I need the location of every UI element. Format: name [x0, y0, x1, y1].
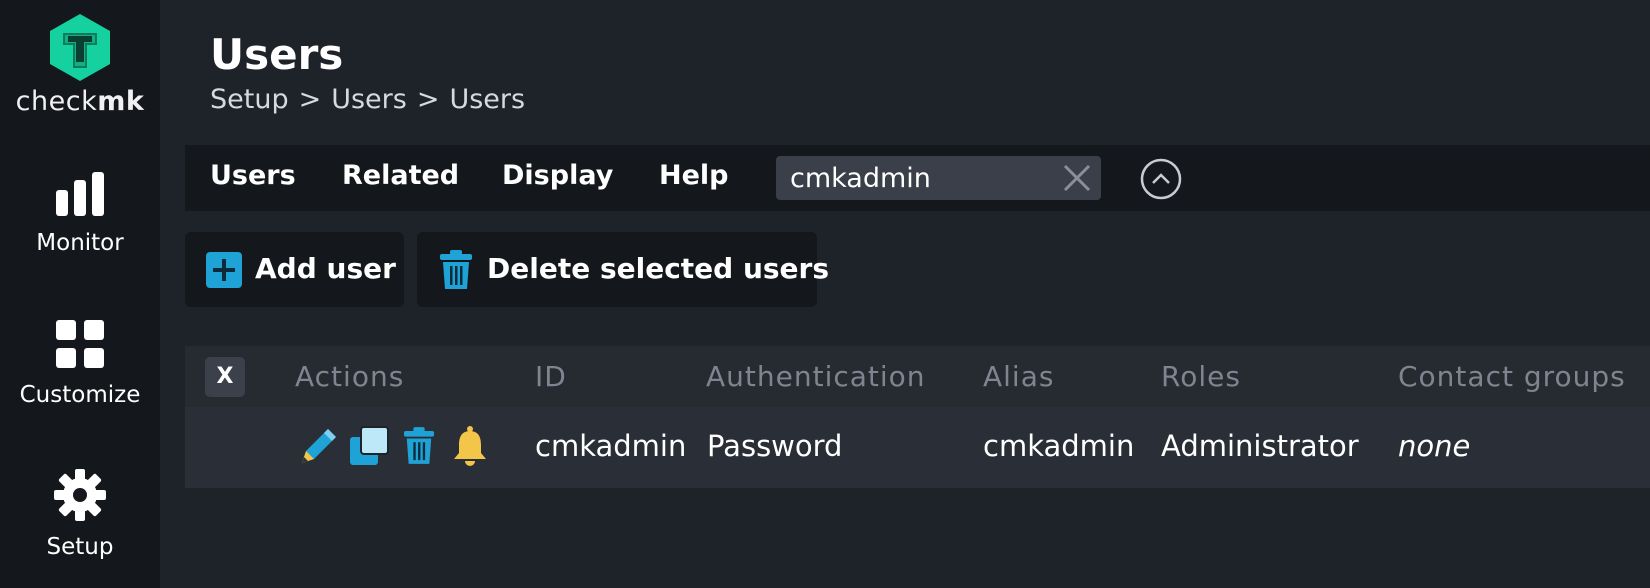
- column-header-alias[interactable]: Alias: [983, 360, 1054, 393]
- breadcrumb-separator: >: [298, 84, 322, 115]
- cell-alias: cmkadmin: [983, 429, 1135, 463]
- sidebar-item-monitor[interactable]: Monitor: [0, 170, 160, 256]
- add-user-label: Add user: [255, 252, 396, 285]
- trash-icon: [439, 249, 473, 296]
- delete-selected-users-label: Delete selected users: [487, 252, 830, 285]
- table-row: cmkadmin Password cmkadmin Administrator…: [185, 407, 1650, 488]
- checkmk-logo-icon: [50, 14, 110, 81]
- breadcrumb-item-setup[interactable]: Setup: [210, 84, 289, 115]
- cell-id: cmkadmin: [535, 429, 687, 463]
- column-header-contact-groups[interactable]: Contact groups: [1398, 360, 1626, 393]
- cell-roles: Administrator: [1161, 429, 1359, 463]
- search-input[interactable]: [790, 160, 1050, 196]
- breadcrumb: Setup > Users > Users: [210, 84, 525, 115]
- sidebar-item-customize[interactable]: Customize: [0, 318, 160, 408]
- menu-related[interactable]: Related: [342, 160, 459, 191]
- page-title: Users: [210, 30, 344, 79]
- bar-chart-icon: [56, 172, 104, 216]
- plus-icon: [205, 251, 243, 294]
- sidebar: checkmk Monitor Customize Setup: [0, 0, 160, 588]
- chevron-up-icon[interactable]: [1140, 158, 1182, 205]
- grid-icon: [56, 320, 104, 368]
- column-header-authentication[interactable]: Authentication: [706, 360, 926, 393]
- delete-trash-icon[interactable]: [403, 425, 435, 472]
- delete-selected-users-button[interactable]: Delete selected users: [417, 232, 829, 307]
- menu-users[interactable]: Users: [210, 160, 296, 191]
- menu-help[interactable]: Help: [659, 160, 729, 191]
- toggle-all-checkbox[interactable]: X: [205, 357, 245, 397]
- sidebar-item-setup[interactable]: Setup: [0, 468, 160, 560]
- column-header-actions: Actions: [295, 360, 405, 393]
- column-header-id[interactable]: ID: [535, 360, 567, 393]
- search-box: [776, 156, 1101, 200]
- breadcrumb-item-users-current[interactable]: Users: [449, 84, 525, 115]
- add-user-button[interactable]: Add user: [185, 232, 404, 307]
- edit-pencil-icon[interactable]: [298, 425, 340, 472]
- checkmk-logo[interactable]: checkmk: [0, 12, 160, 117]
- sidebar-item-label: Setup: [46, 534, 114, 560]
- breadcrumb-separator: >: [416, 84, 440, 115]
- close-icon[interactable]: [1061, 162, 1093, 199]
- cell-authentication: Password: [707, 429, 843, 463]
- table-header: X Actions ID Authentication Alias Roles …: [185, 346, 1650, 407]
- clone-icon[interactable]: [348, 425, 390, 472]
- menu-display[interactable]: Display: [502, 160, 613, 191]
- page-menu-bar: Users Related Display Help: [185, 145, 1650, 211]
- checkmk-wordmark: checkmk: [15, 86, 145, 117]
- breadcrumb-item-users[interactable]: Users: [331, 84, 407, 115]
- sidebar-item-label: Monitor: [36, 230, 124, 256]
- cell-contact-groups: none: [1398, 429, 1471, 463]
- sidebar-item-label: Customize: [19, 382, 141, 408]
- column-header-roles[interactable]: Roles: [1161, 360, 1241, 393]
- gear-icon: [54, 469, 106, 521]
- notification-bell-icon[interactable]: [450, 425, 490, 472]
